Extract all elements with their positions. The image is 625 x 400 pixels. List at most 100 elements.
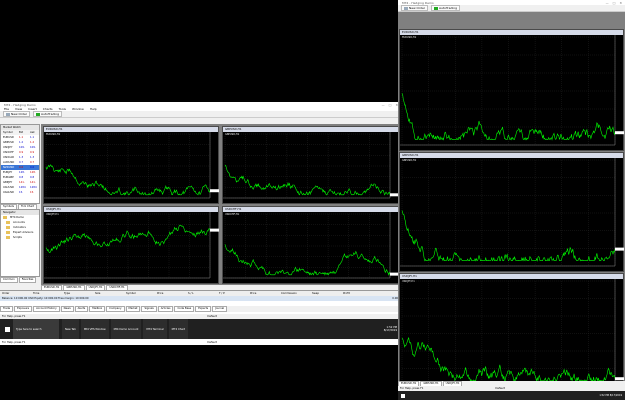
tab-favorites[interactable]: Favorites [18,277,37,283]
ask-cell: 128. [30,171,36,174]
taskbar-app[interactable]: New Tab [62,319,79,340]
current-price-tag [615,131,624,135]
price-chart[interactable] [223,212,400,285]
symbol-cell: XAUUSD [3,186,14,189]
right-terminal-window: MT4 - Hedging Demo — □ ✕ New Order AutoTra… [398,0,625,400]
price-chart[interactable] [44,212,220,285]
terminal-tab[interactable]: Code Base [174,306,195,312]
symbol-cell: GBPJPY [3,181,13,184]
taskbar-app[interactable]: MT4 Terminal [143,319,167,340]
taskbar-search[interactable]: Type here to search [13,319,59,339]
terminal-column-header[interactable]: T / P [219,292,250,295]
terminal-panel: Order Time Type Size Symbol Price S / LT / P Pr… [0,290,401,315]
bid-cell: 1.2 [19,141,24,144]
symbol-cell: AUDUSD [3,161,15,164]
chart-area: EURUSD,H1 EURUSD,H1 GBPUSD,H1 GBPUSD,H1 USDJ… [41,124,401,285]
price-chart[interactable] [400,279,625,393]
bid-cell: 0.8 [19,176,24,179]
symbol-cell: USDJPY [3,146,13,149]
terminal-tab[interactable]: Mailbox [89,306,106,312]
price-chart[interactable] [44,132,220,205]
terminal-tab[interactable]: Exposure [14,306,33,312]
symbol-cell: GBPUSD [3,141,14,144]
terminal-column-header[interactable]: Type [64,292,95,295]
terminal-tab[interactable]: Journal [212,306,228,312]
chart-window[interactable]: EURUSD,H1 EURUSD,H1 [399,29,624,151]
taskbar-app[interactable]: Mt4 Demo Account [110,319,142,340]
ask-cell: 0.7 [30,161,35,164]
chart-window[interactable]: GBPUSD,H1 GBPUSD,H1 [399,152,624,272]
market-watch-row[interactable]: XAGUSD 15. 15. [1,190,39,195]
windows-start-icon[interactable] [5,326,10,332]
chart-window[interactable]: USDJPY,H1 USDJPY,H1 [43,206,219,284]
price-chart[interactable] [223,132,400,205]
terminal-column-header[interactable]: Symbol [126,292,157,295]
maximize-icon[interactable]: □ [389,103,392,107]
terminal-tab[interactable]: Company [106,306,125,312]
terminal-tab[interactable]: Alerts [74,306,89,312]
terminal-column-header[interactable]: Order [2,292,33,295]
price-chart[interactable] [400,35,625,152]
market-watch-panel: Market Watch Symbol Bid Ask EURUSD 1.1 1.1… [0,124,40,204]
symbol-cell: NZDUSD [3,166,15,169]
terminal-tab[interactable]: News [60,306,74,312]
terminal-tab[interactable]: Articles [157,306,174,312]
terminal-tab[interactable]: Trade [0,306,14,312]
autotrading-button[interactable]: AutoTrading [33,111,63,117]
terminal-tab[interactable]: Market [125,306,141,312]
terminal-column-header[interactable]: Swap [312,292,343,295]
ask-cell: 15. [30,191,35,194]
close-icon[interactable]: ✕ [619,1,622,5]
folder-icon [6,231,10,234]
terminal-column-header[interactable]: Time [33,292,64,295]
terminal-balance-row: Balance: 10 000.00 USD Equity: 10 000.00… [0,296,401,301]
minimize-icon[interactable]: — [382,103,385,107]
ask-cell: 0.6 [30,166,35,169]
minimize-icon[interactable]: — [606,1,609,5]
menu-help[interactable]: Help [90,107,97,111]
chart-window[interactable]: USDCHF,H1 USDCHF,H1 [222,206,399,284]
chart-window[interactable]: GBPUSD,H1 GBPUSD,H1 [222,126,399,204]
navigator-item[interactable]: Scripts [1,235,39,240]
terminal-tabs: Trade Exposure Account History News Alerts Ma… [0,306,401,312]
bid-cell: 15. [19,191,24,194]
right-autotrading-button[interactable]: AutoTrading [431,5,461,11]
bid-cell: 0.9 [19,151,24,154]
taskbar-app[interactable]: Mt4 VPS Window [80,319,109,340]
right-new-order-button[interactable]: New Order [401,5,429,11]
ask-cell: 1.3 [30,156,35,159]
terminal-tab[interactable]: Signals [141,306,157,312]
price-chart[interactable] [400,158,625,273]
symbol-cell: EURGBP [3,176,14,179]
symbol-cell: XAGUSD [3,191,15,194]
terminal-tab[interactable]: Account History [33,306,60,312]
autotrading-icon [36,112,41,116]
terminal-column-header[interactable]: S / L [188,292,219,295]
new-order-icon [6,112,10,116]
terminal-column-header[interactable]: Size [95,292,126,295]
ask-cell: 141. [30,181,36,184]
folder-icon [6,226,10,229]
windows-start-icon[interactable] [401,393,405,398]
right-toolbar: New Order AutoTrading [398,5,625,12]
taskbar-app[interactable]: MT4 Chart [168,319,189,340]
chart-window[interactable]: USDJPY,H1 USDJPY,H1 [399,273,624,392]
tab-common[interactable]: Common [0,277,18,283]
symbol-cell: EURUSD [3,136,14,139]
ask-cell: 109. [30,146,36,149]
chart-window[interactable]: EURUSD,H1 EURUSD,H1 [43,126,219,204]
left-toolbar: New Order AutoTrading [0,111,401,118]
new-order-button[interactable]: New Order [3,111,31,117]
terminal-column-header[interactable]: Profit [343,292,374,295]
left-terminal-window: MT4 - Hedging Demo — □ ✕ File View Insert Cha… [0,102,403,319]
maximize-icon[interactable]: □ [613,1,616,5]
terminal-column-header[interactable]: Commission [281,292,312,295]
menu-window[interactable]: Window [72,107,84,111]
terminal-column-header[interactable]: Price [157,292,188,295]
ask-cell: 0.8 [30,176,35,179]
terminal-tab[interactable]: Experts [195,306,212,312]
bid-cell: 1.3 [19,156,24,159]
terminal-column-header[interactable]: Price [250,292,281,295]
current-price-tag [615,377,624,381]
folder-icon [6,236,10,239]
